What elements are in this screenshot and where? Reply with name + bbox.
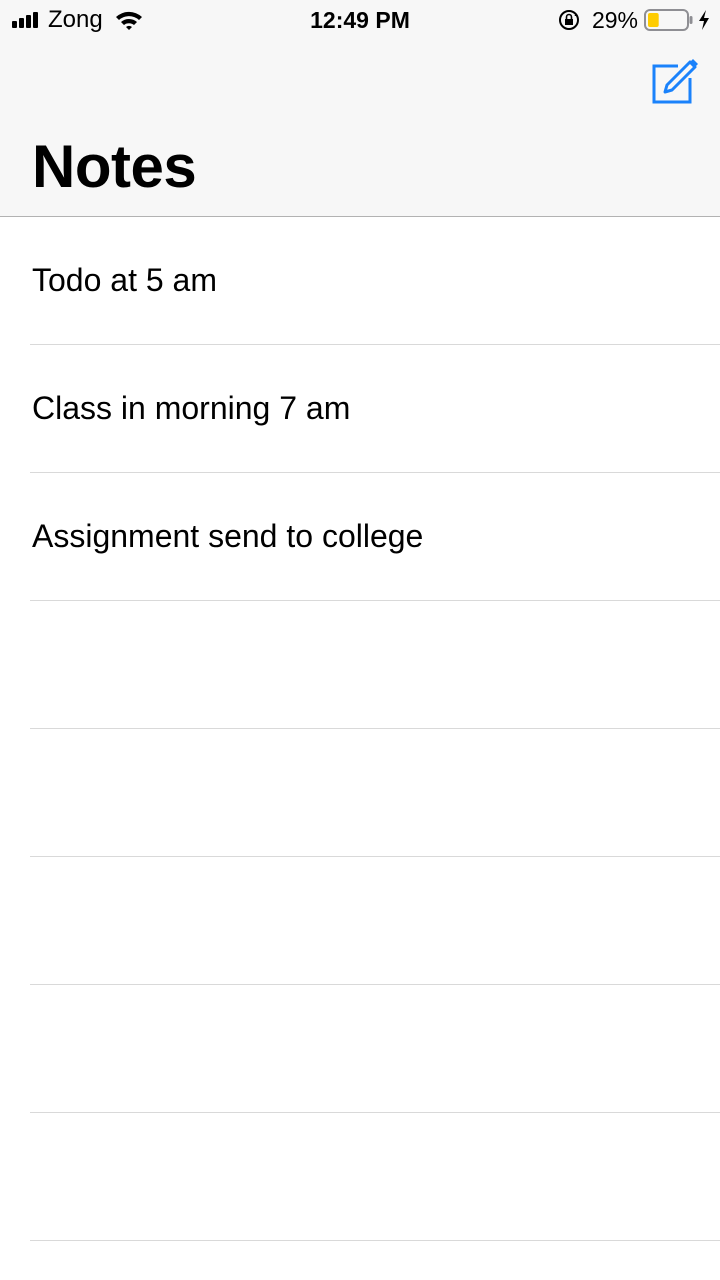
empty-list-row <box>30 985 720 1113</box>
note-list-item[interactable]: Todo at 5 am <box>30 217 720 345</box>
battery-level-fill <box>648 13 659 27</box>
compose-new-note-button[interactable] <box>650 56 700 106</box>
note-list-item[interactable]: Class in morning 7 am <box>30 345 720 473</box>
battery-icon <box>644 9 693 31</box>
note-title: Todo at 5 am <box>32 262 217 298</box>
empty-list-row <box>30 601 720 729</box>
charging-bolt-icon <box>699 10 709 30</box>
empty-list-row <box>30 1113 720 1241</box>
note-title: Assignment send to college <box>32 518 424 554</box>
notes-list: Todo at 5 am Class in morning 7 am Assig… <box>0 217 720 1241</box>
status-right-group: 29% <box>558 6 710 34</box>
battery-percentage: 29% <box>591 6 638 33</box>
rotation-lock-icon <box>558 10 579 30</box>
empty-list-row <box>30 729 720 857</box>
navigation-header: Zong 12:49 PM 29% Notes <box>0 0 720 217</box>
empty-list-row <box>30 857 720 985</box>
compose-icon <box>652 59 698 104</box>
note-list-item[interactable]: Assignment send to college <box>30 473 720 601</box>
status-bar: Zong 12:49 PM 29% <box>0 0 720 40</box>
note-title: Class in morning 7 am <box>32 390 351 426</box>
page-title: Notes <box>32 133 197 200</box>
